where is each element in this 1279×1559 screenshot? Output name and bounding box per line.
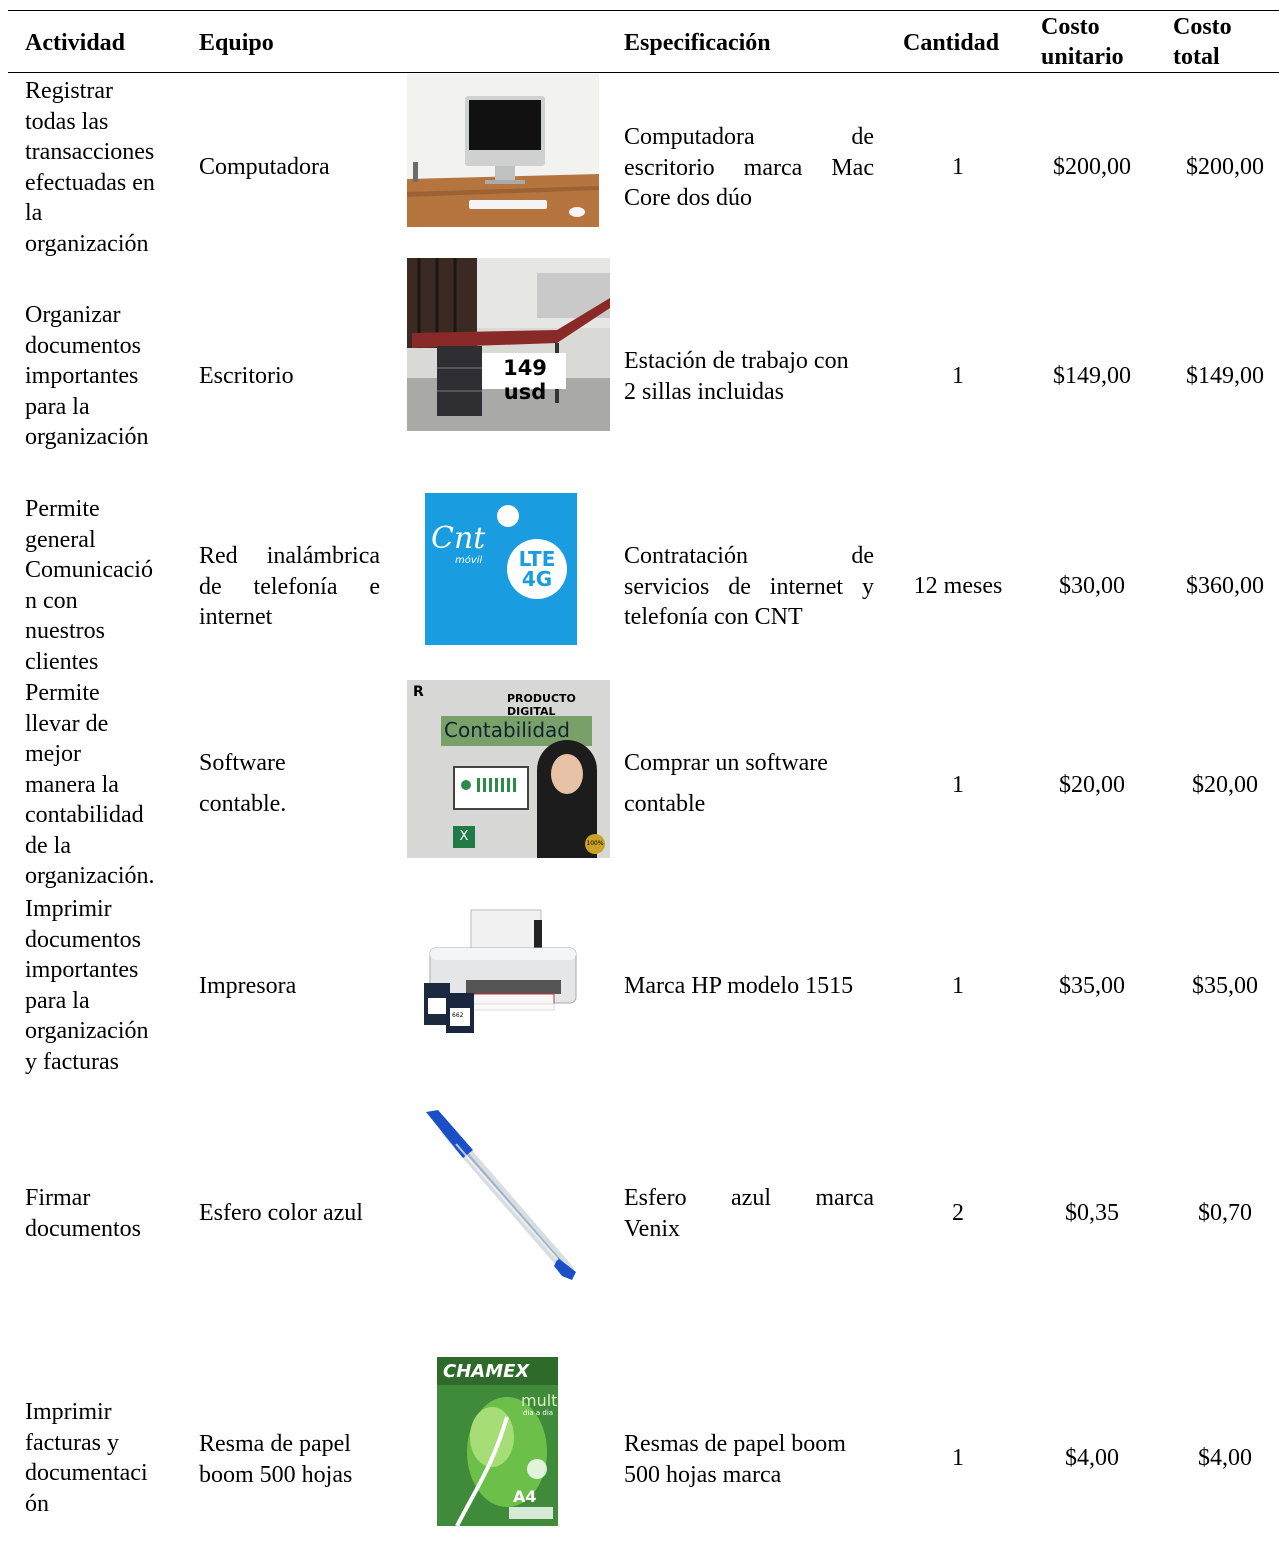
blue-pen-photo (418, 1110, 583, 1288)
costo-unitario-cell: $149,00 (1053, 363, 1131, 389)
actividad-cell: Organizar documentos importantes para la org… (25, 302, 149, 450)
especificacion-cell: Contratación de servicios de internet y te… (624, 543, 874, 630)
cantidad-cell: 12 meses (913, 573, 1003, 599)
especificacion-cell: Esfero azul marca Venix (624, 1185, 874, 1242)
costo-unitario-cell: $200,00 (1053, 154, 1131, 180)
costo-total-cell: $360,00 (1186, 573, 1264, 599)
costo-unitario-cell: $30,00 (1059, 573, 1125, 599)
actividad-cell: Registrar todas las transacciones efectuada… (25, 78, 155, 257)
costo-total-cell: $149,00 (1186, 363, 1264, 389)
equipo-cell: Software contable. (199, 750, 287, 817)
table-top-rule (8, 10, 1279, 11)
header-costo-unitario: Costo unitario (1041, 14, 1124, 70)
cantidad-cell: 1 (952, 1445, 964, 1471)
costo-total-cell: $4,00 (1198, 1445, 1252, 1471)
equipo-cell: Escritorio (199, 363, 294, 389)
cantidad-cell: 2 (952, 1200, 964, 1226)
cantidad-cell: 1 (952, 973, 964, 999)
cantidad-cell: 1 (952, 363, 964, 389)
equipo-cell: Computadora (199, 154, 330, 180)
cantidad-cell: 1 (952, 772, 964, 798)
especificacion-cell: Marca HP modelo 1515 (624, 973, 854, 999)
equipo-cell: Impresora (199, 973, 297, 999)
actividad-cell: Permite llevar de mejor manera la contabilid… (25, 680, 155, 889)
excel-icon: X (453, 826, 475, 848)
header-costo-total: Costo total (1173, 14, 1232, 70)
cnt-logo: Cnt móvil LTE 4G (425, 493, 577, 645)
costo-unitario-cell: $20,00 (1059, 772, 1125, 798)
actividad-cell: Imprimir facturas y documentaci ón (25, 1399, 148, 1517)
price-tag-label: 149 usd (503, 356, 547, 404)
imac-computer-photo (407, 74, 599, 227)
actividad-cell: Imprimir documentos importantes para la orga… (25, 896, 149, 1075)
especificacion-cell: Estación de trabajo con 2 sillas incluida… (624, 348, 849, 405)
hp-printer-photo: 662 (416, 908, 581, 1033)
costo-unitario-cell: $0,35 (1065, 1200, 1119, 1226)
costo-total-cell: $20,00 (1192, 772, 1258, 798)
desk-photo: 149 usd (407, 258, 610, 431)
especificacion-cell: Resmas de papel boom 500 hojas marca (624, 1431, 846, 1488)
costo-total-cell: $200,00 (1186, 154, 1264, 180)
equipo-cell: Red inalámbrica de telefonía e internet (199, 543, 380, 630)
especificacion-cell: Computadora de escritorio marca Mac Core d… (624, 124, 874, 211)
costo-total-cell: $0,70 (1198, 1200, 1252, 1226)
accounting-software-cover: R PRODUCTO DIGITAL Contabilidad X 100% (407, 680, 610, 858)
especificacion-cell: Comprar un software contable (624, 750, 828, 817)
header-actividad: Actividad (25, 30, 126, 56)
header-rule (8, 72, 1279, 73)
costo-total-cell: $35,00 (1192, 973, 1258, 999)
cantidad-cell: 1 (952, 154, 964, 180)
equipo-cell: Resma de papel boom 500 hojas (199, 1431, 353, 1488)
costo-unitario-cell: $4,00 (1065, 1445, 1119, 1471)
equipo-cell: Esfero color azul (199, 1200, 363, 1226)
header-especificacion: Especificación (624, 30, 771, 56)
header-equipo: Equipo (199, 30, 274, 56)
brand-logo-icon: R (413, 684, 424, 700)
chamex-paper-ream: CHAMEX multi dia a dia A4 (437, 1357, 558, 1526)
costo-unitario-cell: $35,00 (1059, 973, 1125, 999)
header-cantidad: Cantidad (903, 30, 1000, 56)
actividad-cell: Permite general Comunicació n con nuestros cl… (25, 496, 153, 675)
actividad-cell: Firmar documentos (25, 1185, 141, 1242)
